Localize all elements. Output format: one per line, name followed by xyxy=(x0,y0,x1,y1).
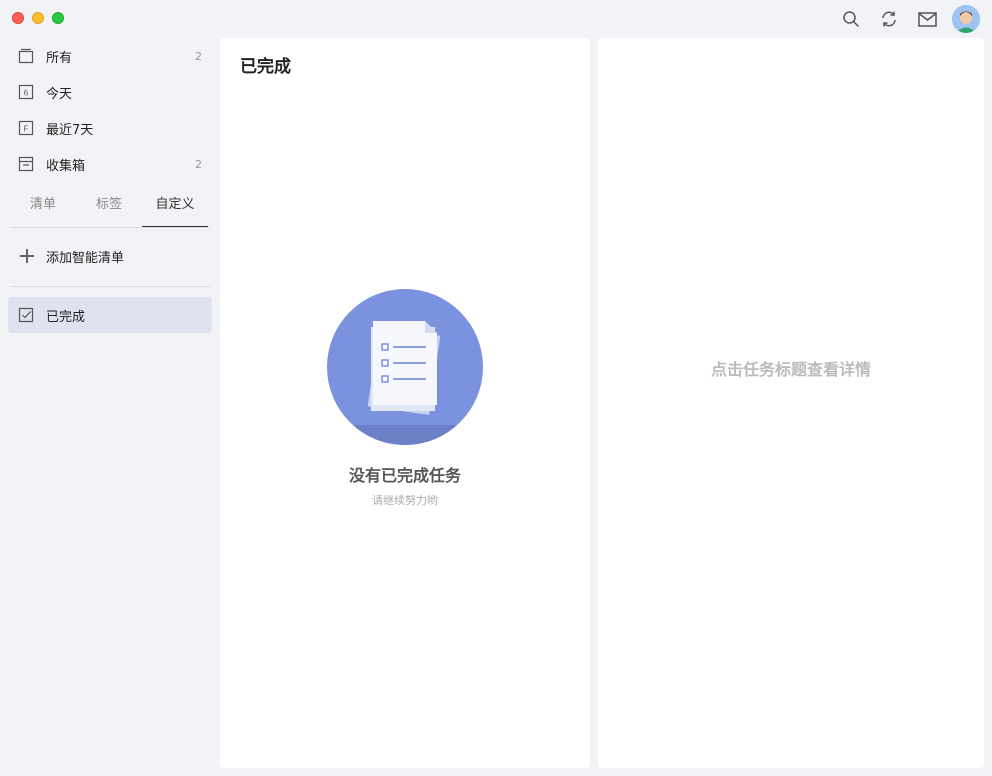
search-icon xyxy=(843,11,859,27)
plus-icon xyxy=(20,249,34,263)
sidebar: 所有 2 6 今天 F 最近7天 收集箱 2 清单 标签 自定义 添加智能清单 … xyxy=(0,38,220,776)
sidebar-tabs: 清单 标签 自定义 xyxy=(10,190,210,228)
add-smart-list-label: 添加智能清单 xyxy=(46,250,125,266)
traffic-lights xyxy=(12,12,64,24)
item-count: 2 xyxy=(195,157,202,171)
zoom-window-button[interactable] xyxy=(52,12,64,24)
minimize-window-button[interactable] xyxy=(32,12,44,24)
tab-lists[interactable]: 清单 xyxy=(10,190,76,227)
sidebar-item-week[interactable]: F 最近7天 xyxy=(0,110,220,146)
sidebar-item-label: 今天 xyxy=(46,86,73,102)
app-window: 所有 2 6 今天 F 最近7天 收集箱 2 清单 标签 自定义 添加智能清单 … xyxy=(0,0,992,776)
sidebar-item-label: 已完成 xyxy=(46,309,86,325)
checkbox-done-icon xyxy=(18,307,34,323)
calendar-day-label: F xyxy=(24,125,29,134)
sync-icon xyxy=(882,11,896,27)
empty-state-illustration xyxy=(327,289,483,445)
empty-state-subtitle: 请继续努力哟 xyxy=(372,494,438,507)
all-icon xyxy=(18,48,34,64)
mail-button[interactable] xyxy=(914,6,940,32)
divider xyxy=(10,286,210,287)
mail-icon xyxy=(917,11,937,27)
sidebar-item-today[interactable]: 6 今天 xyxy=(0,74,220,110)
sidebar-item-inbox[interactable]: 收集箱 2 xyxy=(0,146,220,182)
sidebar-item-label: 所有 xyxy=(46,50,73,66)
toolbar xyxy=(838,5,980,33)
tab-tags[interactable]: 标签 xyxy=(76,190,142,227)
calendar-day-label: 6 xyxy=(24,89,29,98)
add-smart-list-button[interactable]: 添加智能清单 xyxy=(0,236,220,276)
search-button[interactable] xyxy=(838,6,864,32)
calendar-today-icon: 6 xyxy=(18,84,34,100)
detail-hint: 点击任务标题查看详情 xyxy=(710,360,871,379)
close-window-button[interactable] xyxy=(12,12,24,24)
sidebar-item-completed[interactable]: 已完成 xyxy=(8,297,212,333)
task-detail-panel: 点击任务标题查看详情 xyxy=(598,38,984,768)
tab-custom[interactable]: 自定义 xyxy=(142,190,208,227)
page-title: 已完成 xyxy=(240,57,291,77)
avatar-icon xyxy=(952,5,980,33)
inbox-icon xyxy=(18,156,34,172)
empty-state-title: 没有已完成任务 xyxy=(348,466,461,485)
sidebar-item-label: 收集箱 xyxy=(46,158,86,174)
calendar-week-icon: F xyxy=(18,120,34,136)
sidebar-item-label: 最近7天 xyxy=(46,122,94,138)
task-list-panel: 已完成 没有已完成任务 请继续努力哟 xyxy=(220,38,590,768)
sync-button[interactable] xyxy=(876,6,902,32)
avatar[interactable] xyxy=(952,5,980,33)
sidebar-item-all[interactable]: 所有 2 xyxy=(0,38,220,74)
item-count: 2 xyxy=(195,49,202,63)
